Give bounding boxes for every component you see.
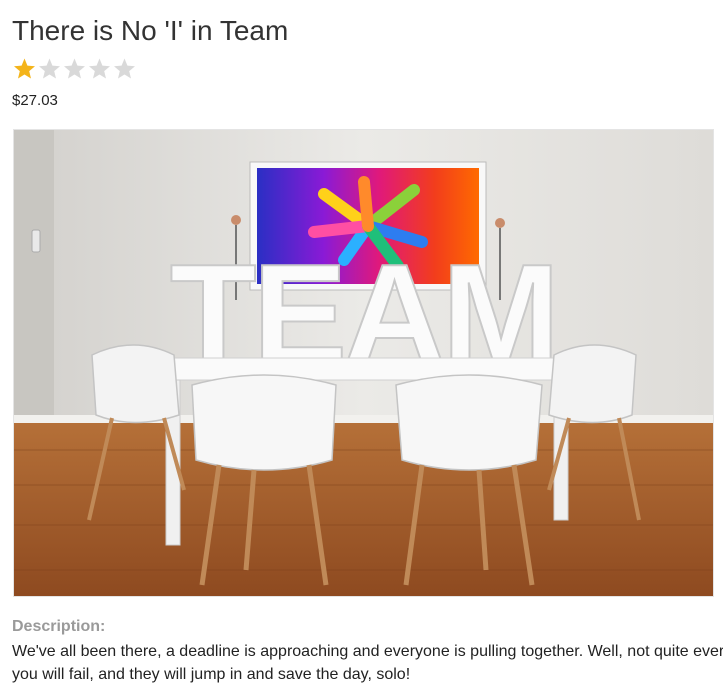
description-label: Description: [12,618,106,635]
star-filled-icon [14,58,35,79]
star-empty-icon [39,58,60,79]
star-rating [12,57,137,81]
product-page: There is No 'I' in Team $27.03 TEAM Desc… [0,0,723,690]
product-title: There is No 'I' in Team [12,15,289,46]
star-empty-icon [89,58,110,79]
description-text: We've all been there, a deadline is appr… [12,643,723,683]
product-price: $27.03 [12,92,58,109]
star-empty-icon [114,58,135,79]
team-conference-room-image: TEAM [14,130,713,596]
product-image: TEAM [13,129,714,597]
star-empty-icon [64,58,85,79]
